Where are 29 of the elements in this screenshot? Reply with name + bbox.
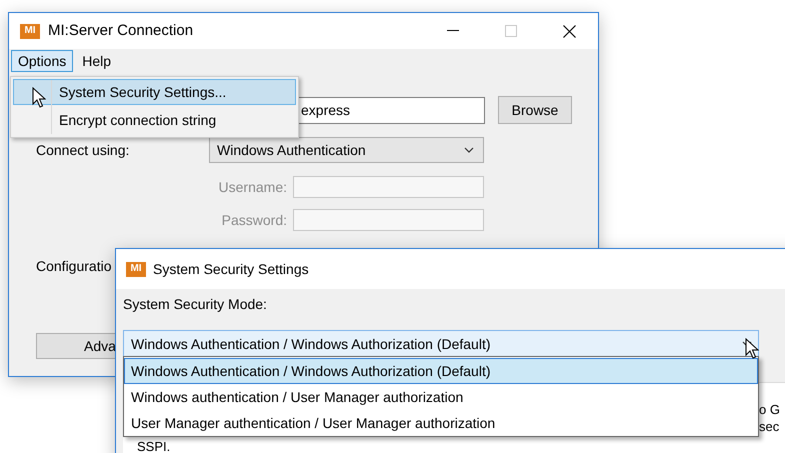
security-mode-dropdown[interactable]: Windows Authentication / Windows Authorization (Default): [123, 330, 759, 358]
menu-item[interactable]: Options: [11, 50, 74, 72]
authentication-dropdown[interactable]: Windows Authentication: [209, 137, 484, 163]
menu-item[interactable]: Help: [75, 50, 118, 72]
dialog-title: System Security Settings: [153, 260, 309, 279]
dropdown-option[interactable]: Windows authentication / User Manager authorization: [124, 384, 758, 410]
chevron-down-icon: [742, 341, 752, 347]
maximize-icon: [505, 25, 517, 37]
security-mode-label: System Security Mode:: [123, 295, 268, 314]
window-title: MI:Server Connection: [48, 20, 194, 41]
field-label: Username:: [218, 178, 287, 196]
browse-button[interactable]: Browse: [498, 96, 572, 124]
description-text: SSPI.: [137, 438, 170, 453]
input-field[interactable]: [293, 209, 484, 231]
dropdown-option[interactable]: User Manager authentication / User Manager authorization: [124, 410, 758, 436]
menu-entry[interactable]: System Security Settings...: [13, 79, 296, 105]
minimize-icon: [447, 30, 459, 32]
description-text: o G: [759, 401, 780, 418]
close-icon: [562, 24, 576, 38]
chevron-down-icon: [464, 147, 474, 153]
field-label: Password:: [222, 210, 287, 230]
app-logo-icon: MI: [126, 262, 146, 276]
input-field[interactable]: [293, 176, 484, 198]
description-text: sec: [759, 418, 780, 435]
dropdown-option[interactable]: Windows Authentication / Windows Authorization (Default): [124, 358, 758, 384]
connect-using-label: Connect using:: [36, 140, 130, 160]
app-logo-icon: MI: [20, 24, 40, 38]
mouse-pointer-icon: [32, 87, 46, 109]
configuration-label: Configuratio: [36, 257, 112, 276]
